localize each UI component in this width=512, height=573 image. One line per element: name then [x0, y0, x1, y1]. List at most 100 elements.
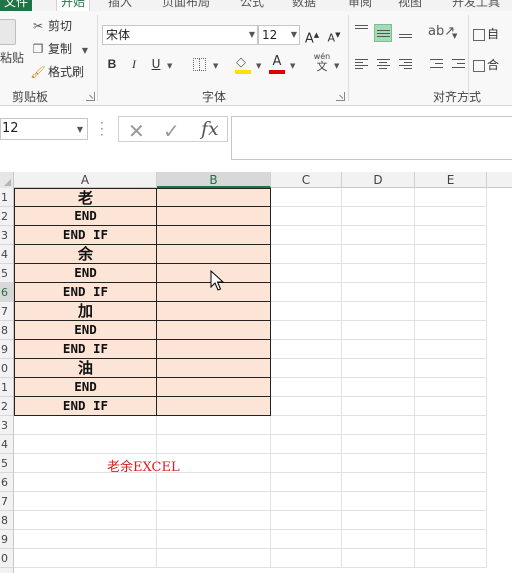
cell-b-1[interactable]: [157, 188, 271, 207]
align-right-icon[interactable]: [397, 56, 415, 74]
cell-b-17[interactable]: [157, 492, 271, 511]
row-header[interactable]: 19: [0, 530, 13, 549]
cell-c-3[interactable]: [271, 226, 342, 245]
cell-a-14[interactable]: [14, 435, 157, 454]
cell-c-4[interactable]: [271, 245, 342, 264]
cell-b-14[interactable]: [157, 435, 271, 454]
cell-e-4[interactable]: [415, 245, 487, 264]
row-header[interactable]: 20: [0, 549, 13, 568]
cell-e-19[interactable]: [415, 530, 487, 549]
cell-c-15[interactable]: [271, 454, 342, 473]
tab-8[interactable]: 开发工具: [452, 0, 500, 11]
cell-a-3[interactable]: END IF: [14, 226, 157, 245]
cell-d-17[interactable]: [342, 492, 415, 511]
cell-a-7[interactable]: 加: [14, 302, 157, 321]
worksheet-grid[interactable]: ABCDE 1234567891011121314151617181920 老E…: [0, 170, 512, 573]
row-header[interactable]: 13: [0, 416, 13, 435]
row-header[interactable]: 5: [0, 264, 13, 283]
cell-c-8[interactable]: [271, 321, 342, 340]
tab-5[interactable]: 数据: [292, 0, 316, 11]
cell-d-9[interactable]: [342, 340, 415, 359]
column-header-a[interactable]: A: [14, 172, 157, 188]
paste-icon[interactable]: [0, 19, 16, 45]
formula-input[interactable]: [231, 116, 512, 160]
cell-a-16[interactable]: [14, 473, 157, 492]
cell-e-3[interactable]: [415, 226, 487, 245]
cell-a-11[interactable]: END: [14, 378, 157, 397]
cell-d-7[interactable]: [342, 302, 415, 321]
cell-d-6[interactable]: [342, 283, 415, 302]
cell-d-14[interactable]: [342, 435, 415, 454]
align-left-icon[interactable]: [353, 56, 371, 74]
cell-e-8[interactable]: [415, 321, 487, 340]
orientation-dropdown-icon[interactable]: ▼: [452, 32, 457, 40]
row-header[interactable]: 17: [0, 492, 13, 511]
cell-a-10[interactable]: 油: [14, 359, 157, 378]
formula-bar-grip-icon[interactable]: · · ·: [100, 117, 104, 141]
phonetic-dropdown-icon[interactable]: ▼: [334, 62, 339, 70]
tab-0[interactable]: 文件: [0, 0, 33, 11]
tab-2[interactable]: 插入: [108, 0, 132, 11]
font-size-combo[interactable]: 12 ▼: [258, 25, 300, 45]
row-header[interactable]: 11: [0, 378, 13, 397]
fill-color-button[interactable]: ◇: [234, 55, 252, 75]
cell-a-13[interactable]: [14, 416, 157, 435]
cell-e-16[interactable]: [415, 473, 487, 492]
grow-font-button[interactable]: A▲: [303, 25, 321, 46]
cell-a-18[interactable]: [14, 511, 157, 530]
cell-e-15[interactable]: [415, 454, 487, 473]
cell-a-1[interactable]: 老: [14, 188, 157, 207]
cell-d-1[interactable]: [342, 188, 415, 207]
cell-b-3[interactable]: [157, 226, 271, 245]
paste-button[interactable]: 粘贴: [0, 49, 24, 66]
cell-e-18[interactable]: [415, 511, 487, 530]
underline-dropdown-icon[interactable]: ▼: [167, 62, 172, 70]
cell-e-9[interactable]: [415, 340, 487, 359]
cell-a-5[interactable]: END: [14, 264, 157, 283]
cell-b-9[interactable]: [157, 340, 271, 359]
cell-b-16[interactable]: [157, 473, 271, 492]
cell-d-8[interactable]: [342, 321, 415, 340]
cell-d-2[interactable]: [342, 207, 415, 226]
phonetic-button[interactable]: wén 文: [312, 52, 332, 76]
fill-color-dropdown-icon[interactable]: ▼: [256, 62, 261, 70]
align-bottom-icon[interactable]: [397, 24, 415, 42]
format-painter-button[interactable]: 🖌 格式刷: [30, 62, 84, 82]
cell-d-3[interactable]: [342, 226, 415, 245]
column-header-e[interactable]: E: [415, 172, 487, 188]
cut-button[interactable]: ✂ 剪切: [30, 16, 72, 36]
cell-a-2[interactable]: END: [14, 207, 157, 226]
row-header[interactable]: 10: [0, 359, 13, 378]
cell-c-9[interactable]: [271, 340, 342, 359]
shrink-font-button[interactable]: A▼: [325, 25, 343, 45]
cell-c-20[interactable]: [271, 549, 342, 568]
borders-dropdown-icon[interactable]: ▼: [213, 62, 218, 70]
cell-a-12[interactable]: END IF: [14, 397, 157, 416]
bold-button[interactable]: B: [103, 54, 121, 74]
row-header[interactable]: 14: [0, 435, 13, 454]
cell-d-10[interactable]: [342, 359, 415, 378]
copy-dropdown-icon[interactable]: ▼: [82, 46, 88, 55]
cell-e-12[interactable]: [415, 397, 487, 416]
cell-c-5[interactable]: [271, 264, 342, 283]
cell-b-13[interactable]: [157, 416, 271, 435]
tab-4[interactable]: 公式: [240, 0, 264, 11]
cell-e-13[interactable]: [415, 416, 487, 435]
cell-d-5[interactable]: [342, 264, 415, 283]
cell-b-7[interactable]: [157, 302, 271, 321]
cell-b-8[interactable]: [157, 321, 271, 340]
row-header[interactable]: 3: [0, 226, 13, 245]
font-color-button[interactable]: A: [268, 54, 286, 75]
cell-c-12[interactable]: [271, 397, 342, 416]
row-header[interactable]: 16: [0, 473, 13, 492]
tab-3[interactable]: 页面布局: [162, 0, 210, 11]
cell-c-1[interactable]: [271, 188, 342, 207]
tab-6[interactable]: 审阅: [348, 0, 372, 11]
row-header[interactable]: 8: [0, 321, 13, 340]
cell-e-20[interactable]: [415, 549, 487, 568]
row-header[interactable]: 2: [0, 207, 13, 226]
enter-icon[interactable]: ✓: [163, 119, 180, 143]
cell-b-18[interactable]: [157, 511, 271, 530]
row-header[interactable]: 7: [0, 302, 13, 321]
cell-d-20[interactable]: [342, 549, 415, 568]
